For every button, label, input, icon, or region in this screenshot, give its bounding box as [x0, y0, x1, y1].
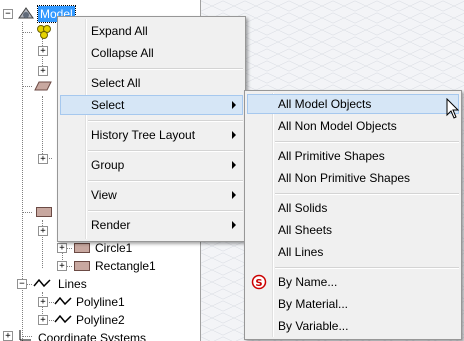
menu-item-all-primitive-shapes[interactable]: All Primitive Shapes: [247, 146, 459, 166]
tree-node-rectangle1[interactable]: Rectangle1: [95, 258, 156, 274]
select-by-name-icon: S: [251, 274, 267, 290]
submenu-arrow-icon: [232, 161, 236, 169]
tree-node-polyline2[interactable]: Polyline2: [76, 312, 125, 328]
menu-item-label: All Lines: [278, 245, 324, 259]
tree-node-lines[interactable]: Lines: [58, 276, 87, 292]
polyline2-expand-toggle[interactable]: +: [38, 315, 48, 325]
menu-item-by-variable[interactable]: By Variable...: [247, 316, 459, 336]
expand-toggle[interactable]: +: [38, 66, 48, 76]
lines-collapse-toggle[interactable]: −: [17, 279, 27, 289]
root-collapse-toggle[interactable]: −: [3, 9, 13, 19]
menu-item-expand-all[interactable]: Expand All: [60, 21, 243, 41]
menu-item-all-lines[interactable]: All Lines: [247, 242, 459, 262]
polyline-icon: [54, 314, 72, 324]
submenu-arrow-icon: [232, 101, 236, 109]
expand-toggle[interactable]: +: [38, 154, 48, 164]
expand-toggle[interactable]: +: [38, 46, 48, 56]
menu-item-collapse-all[interactable]: Collapse All: [60, 43, 243, 63]
menu-item-label: By Name...: [278, 275, 338, 289]
menu-item-label: History Tree Layout: [91, 128, 196, 142]
menu-item-all-model-objects[interactable]: All Model Objects: [247, 94, 459, 114]
menu-item-label: Select All: [91, 76, 141, 90]
polyline-icon: [33, 278, 51, 288]
menu-item-label: By Variable...: [278, 319, 349, 333]
submenu-arrow-icon: [232, 131, 236, 139]
menu-separator: [88, 150, 243, 152]
menu-separator: [88, 68, 243, 70]
submenu-arrow-icon: [232, 191, 236, 199]
coord-expand-toggle[interactable]: +: [3, 331, 13, 341]
menu-item-label: All Solids: [278, 201, 328, 215]
rectangle-icon: [74, 261, 90, 271]
tree-connector: [22, 86, 32, 87]
tree-connector: [22, 32, 32, 33]
polyline1-expand-toggle[interactable]: +: [38, 297, 48, 307]
group-icon: [37, 25, 51, 39]
menu-item-by-material[interactable]: By Material...: [247, 294, 459, 314]
polyline-icon: [54, 296, 72, 306]
menu-item-all-non-model-objects[interactable]: All Non Model Objects: [247, 116, 459, 136]
menu-separator: [275, 193, 459, 195]
submenu-arrow-icon: [232, 221, 236, 229]
menu-separator: [275, 141, 459, 143]
rectangle1-expand-toggle[interactable]: +: [57, 261, 67, 271]
menu-item-by-name[interactable]: S By Name...: [247, 272, 459, 292]
sheet-icon: [34, 81, 52, 91]
menu-item-label: View: [91, 188, 117, 202]
menu-item-label: All Sheets: [278, 223, 333, 237]
menu-item-all-non-primitive-shapes[interactable]: All Non Primitive Shapes: [247, 168, 459, 188]
select-submenu: All Model Objects All Non Model Objects …: [244, 90, 462, 340]
menu-item-label: Render: [91, 218, 131, 232]
menu-item-label: By Material...: [278, 297, 349, 311]
menu-item-history-tree-layout[interactable]: History Tree Layout: [60, 125, 243, 145]
menu-item-group[interactable]: Group: [60, 155, 243, 175]
menu-item-label: Expand All: [91, 24, 148, 38]
tree-node-circle1[interactable]: Circle1: [95, 240, 132, 256]
menu-separator: [88, 180, 243, 182]
menu-item-label: Select: [91, 98, 125, 112]
expand-toggle[interactable]: +: [38, 226, 48, 236]
tree-connector: [22, 22, 23, 341]
rectangle-icon: [36, 207, 52, 217]
tree-context-menu: Expand All Collapse All Select All Selec…: [57, 16, 246, 242]
tree-node-coordinate-systems[interactable]: Coordinate Systems: [38, 330, 146, 341]
rectangle-icon: [74, 243, 90, 253]
svg-text:S: S: [255, 278, 262, 289]
menu-item-all-sheets[interactable]: All Sheets: [247, 220, 459, 240]
menu-item-select[interactable]: Select: [60, 95, 243, 115]
menu-item-view[interactable]: View: [60, 185, 243, 205]
menu-separator: [88, 210, 243, 212]
mouse-cursor-icon: [446, 98, 460, 119]
tree-connector: [22, 212, 32, 213]
menu-item-select-all[interactable]: Select All: [60, 73, 243, 93]
menu-item-label: All Primitive Shapes: [278, 149, 385, 163]
menu-item-label: All Model Objects: [278, 97, 372, 111]
circle1-expand-toggle[interactable]: +: [57, 243, 67, 253]
coordinate-system-icon: [19, 330, 31, 341]
menu-separator: [275, 267, 459, 269]
model-icon: [18, 7, 34, 19]
tree-node-polyline1[interactable]: Polyline1: [76, 294, 125, 310]
menu-item-render[interactable]: Render: [60, 215, 243, 235]
menu-item-all-solids[interactable]: All Solids: [247, 198, 459, 218]
menu-item-label: Group: [91, 158, 125, 172]
menu-separator: [88, 120, 243, 122]
menu-item-label: Collapse All: [91, 46, 154, 60]
menu-item-label: All Non Model Objects: [278, 119, 397, 133]
menu-item-label: All Non Primitive Shapes: [278, 171, 411, 185]
